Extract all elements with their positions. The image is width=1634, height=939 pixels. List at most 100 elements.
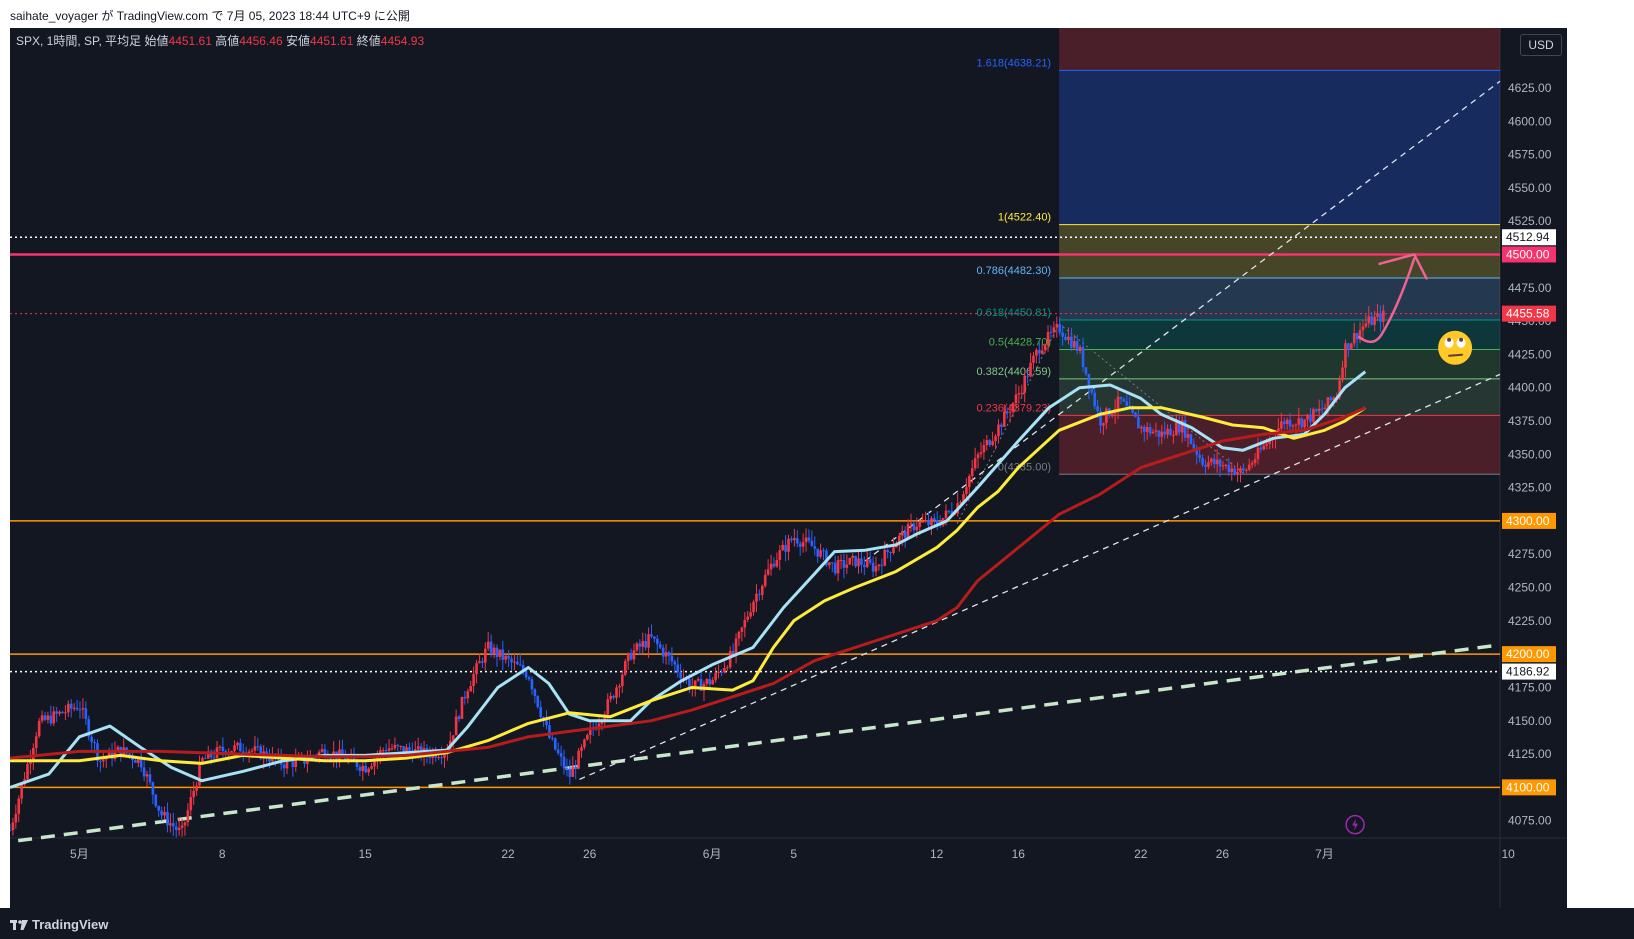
- candle-body: [801, 542, 805, 547]
- candle-body: [696, 679, 700, 681]
- candle-body: [559, 753, 563, 757]
- candle-body: [1291, 425, 1295, 427]
- candle-body: [577, 750, 580, 769]
- fib-level-label: 1.618(4638.21): [976, 57, 1051, 69]
- candle-body: [851, 555, 854, 558]
- candle-body: [650, 634, 653, 637]
- candle-body: [906, 524, 910, 539]
- moving-average-line: [10, 406, 1366, 760]
- candle-body: [72, 707, 76, 709]
- candle-body: [1297, 418, 1301, 425]
- candle-body: [921, 521, 924, 523]
- candle-body: [548, 725, 551, 738]
- candle-body: [586, 734, 589, 740]
- price-axis-tick-label: 4425.00: [1508, 347, 1552, 361]
- candle-body: [533, 689, 537, 696]
- candle-body: [498, 649, 502, 657]
- candle-body: [1382, 310, 1385, 322]
- candle-body: [387, 748, 391, 751]
- candle-body: [1096, 406, 1099, 412]
- candle-body: [1043, 345, 1047, 351]
- candle-body: [1160, 431, 1164, 437]
- candle-body: [1370, 316, 1374, 325]
- price-axis-tick-label: 4350.00: [1508, 447, 1552, 461]
- candle-body: [970, 468, 974, 476]
- candle-body: [527, 677, 531, 680]
- time-axis-tick-label: 5: [790, 847, 797, 861]
- candle-body: [740, 627, 744, 632]
- price-tag-label: 4200.00: [1506, 647, 1550, 661]
- time-axis-tick-label: 6月: [703, 847, 722, 861]
- time-axis-tick-label: 5月: [70, 847, 89, 861]
- time-axis-tick-label: 12: [930, 847, 944, 861]
- candle-body: [1125, 401, 1129, 406]
- candle-body: [1212, 458, 1216, 465]
- candle-body: [1011, 403, 1015, 412]
- tradingview-logo[interactable]: TradingView: [10, 917, 108, 932]
- close-value: 4454.93: [380, 34, 425, 48]
- candle-body: [968, 475, 971, 488]
- candle-body: [868, 559, 872, 563]
- candle-body: [839, 560, 843, 562]
- candle-body: [658, 644, 662, 648]
- candle-body: [626, 653, 630, 662]
- candle-body: [1373, 316, 1376, 325]
- chart-panel[interactable]: 1.618(4638.21) 1(4522.40) 0.786(4482.30) 0.…: [10, 28, 1567, 908]
- candle-body: [1317, 408, 1321, 412]
- candle-body: [629, 653, 633, 660]
- candle-body: [102, 759, 105, 762]
- candle-body: [358, 767, 362, 771]
- candle-body: [513, 661, 516, 663]
- candle-body: [26, 763, 29, 780]
- candle-body: [664, 652, 668, 657]
- candle-body: [883, 549, 887, 566]
- candle-body: [565, 768, 569, 770]
- candle-body: [623, 661, 627, 675]
- candle-body: [198, 762, 201, 786]
- price-axis-tick-label: 4150.00: [1508, 714, 1552, 728]
- candle-body: [1026, 375, 1029, 377]
- candle-body: [723, 668, 726, 673]
- candle-body: [1029, 362, 1032, 377]
- candle-body: [1081, 346, 1085, 368]
- symbol-info: SPX, 1時間, SP, 平均足: [16, 34, 142, 48]
- candle-body: [399, 745, 403, 747]
- time-axis-tick-label: 26: [583, 847, 597, 861]
- candle-body: [933, 518, 936, 521]
- candle-body: [256, 746, 260, 748]
- candlestick-chart[interactable]: 1.618(4638.21) 1(4522.40) 0.786(4482.30) 0.…: [10, 28, 1567, 908]
- candle-body: [833, 562, 837, 574]
- candle-body: [874, 566, 878, 572]
- candle-body: [927, 519, 930, 526]
- candle-body: [142, 767, 146, 777]
- candle-body: [1215, 459, 1219, 465]
- fib-zone: [1059, 70, 1500, 225]
- candle-body: [1000, 424, 1003, 427]
- candle-body: [985, 440, 989, 446]
- candle-body: [416, 746, 420, 750]
- fib-level-label: 0.618(4450.81): [976, 307, 1051, 319]
- open-value: 4451.61: [168, 34, 212, 48]
- candle-body: [1376, 313, 1379, 317]
- currency-button[interactable]: USD: [1520, 34, 1562, 56]
- candle-body: [1361, 326, 1365, 331]
- candle-body: [731, 651, 735, 653]
- candle-body: [1250, 463, 1254, 465]
- candle-body: [1306, 414, 1309, 420]
- price-axis-tick-label: 4075.00: [1508, 814, 1552, 828]
- publish-header: saihate_voyager が TradingView.com で 7月 0…: [0, 0, 1634, 28]
- candle-body: [492, 647, 496, 655]
- candle-body: [1151, 431, 1155, 434]
- price-axis-tick-label: 4250.00: [1508, 581, 1552, 595]
- candle-body: [212, 757, 216, 759]
- candle-body: [1282, 421, 1286, 425]
- candle-body: [583, 739, 586, 748]
- candle-body: [615, 687, 618, 698]
- candle-body: [1061, 332, 1064, 337]
- candle-body: [1110, 413, 1114, 417]
- candle-body: [43, 715, 47, 720]
- candle-body: [804, 537, 808, 543]
- candle-body: [320, 749, 324, 752]
- candle-body: [930, 518, 933, 526]
- candle-body: [1140, 426, 1143, 429]
